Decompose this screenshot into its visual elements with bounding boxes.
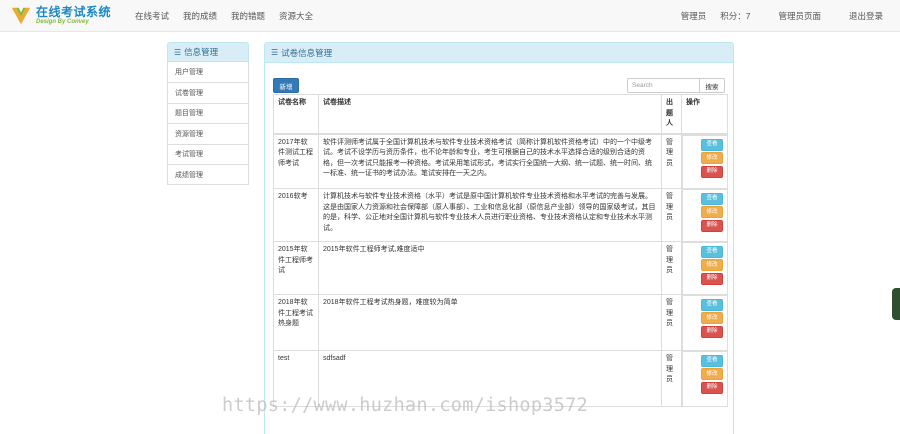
view-button[interactable]: 查看 [701,138,723,151]
search-input[interactable] [627,78,700,93]
edit-button[interactable]: 修改 [701,259,723,271]
watermark: https://www.huzhan.com/ishop3572 [222,395,589,416]
table-header-row: 试卷名称 试卷描述 出题人 操作 [273,94,728,135]
paper-desc: 2015年软件工程师考试,难度适中 [318,241,662,295]
view-button[interactable]: 查看 [701,245,723,258]
row-actions: 查看 修改 删除 [682,188,728,242]
sidebar-item-questions[interactable]: 题目管理 [168,102,248,123]
nav-my-scores[interactable]: 我的成绩 [176,10,224,22]
delete-button[interactable]: 删除 [701,272,723,285]
main-nav: 在线考试 我的成绩 我的错题 资源大全 [128,10,320,22]
page-title: 试卷信息管理 [281,47,333,58]
paper-publisher: 管理员 [661,188,682,242]
sidebar-item-users[interactable]: 用户管理 [168,62,248,82]
side-scroll-handle[interactable] [892,288,900,320]
delete-button[interactable]: 删除 [701,165,723,178]
table-row: 2017年软件测试工程师考试 软件评测师考试属于全国计算机技术与软件专业技术资格… [273,133,728,189]
edit-button[interactable]: 修改 [701,312,723,324]
paper-name: 2015年软件工程师考试 [273,241,319,295]
sidebar-item-scores[interactable]: 成绩管理 [168,163,248,184]
search-box: 搜索 [627,78,725,93]
sidebar-header: ☰ 信息管理 [167,42,249,62]
user-role: 管理员 [680,10,707,21]
column-header-desc: 试卷描述 [318,94,662,135]
column-header-ops: 操作 [681,94,728,135]
table-row: 2015年软件工程师考试 2015年软件工程师考试,难度适中 管理员 查看 修改… [273,241,728,295]
table-row: 2018年软件工程考试热身题 2018年软件工程考试热身题，难度较为简单 管理员… [273,294,728,351]
row-actions: 查看 修改 删除 [682,134,728,189]
sidebar-item-exams[interactable]: 考试管理 [168,143,248,164]
sidebar-item-resources[interactable]: 资源管理 [168,123,248,143]
row-actions: 查看 修改 删除 [682,294,728,351]
brand-title: 在线考试系统 [36,5,112,19]
logout-link[interactable]: 退出登录 [842,10,890,22]
brand[interactable]: 在线考试系统 Design By Convey [10,5,128,27]
table-row: 2016软考 计算机技术与软件专业技术资格（水平）考试是原中国计算机软件专业技术… [273,188,728,242]
view-button[interactable]: 查看 [701,298,723,311]
sidebar-menu: 用户管理 试卷管理 题目管理 资源管理 考试管理 成绩管理 [167,62,249,186]
edit-button[interactable]: 修改 [701,368,723,380]
paper-desc: 软件评测师考试属于全国计算机技术与软件专业技术资格考试（简称计算机软件资格考试）… [318,133,662,189]
paper-publisher: 管理员 [661,294,682,351]
sidebar-title: 信息管理 [184,47,219,57]
brand-logo-icon [11,7,31,24]
list-icon: ☰ [174,47,182,57]
paper-name: 2018年软件工程考试热身题 [273,294,319,351]
delete-button[interactable]: 删除 [701,219,723,232]
paper-desc: 2018年软件工程考试热身题，难度较为简单 [318,294,662,351]
delete-button[interactable]: 删除 [701,325,723,338]
search-button[interactable]: 搜索 [700,78,725,93]
top-navbar: 在线考试系统 Design By Convey 在线考试 我的成绩 我的错题 资… [0,0,900,32]
sidebar-item-papers[interactable]: 试卷管理 [168,82,248,102]
paper-desc: 计算机技术与软件专业技术资格（水平）考试是原中国计算机软件专业技术资格和水平考试… [318,188,662,242]
paper-publisher: 管理员 [661,241,682,295]
edit-button[interactable]: 修改 [701,206,723,218]
toolbar: 新增 搜索 [265,63,733,97]
row-actions: 查看 修改 删除 [682,350,728,407]
paper-table: 试卷名称 试卷描述 出题人 操作 2017年软件测试工程师考试 软件评测师考试属… [273,94,728,407]
list-icon: ☰ [271,48,279,57]
add-paper-button[interactable]: 新增 [273,78,299,93]
paper-name: 2016软考 [273,188,319,242]
paper-name: 2017年软件测试工程师考试 [273,133,319,189]
view-button[interactable]: 查看 [701,354,723,367]
paper-management-panel: ☰ 试卷信息管理 新增 搜索 试卷名称 试卷描述 出题人 操作 2017年软件测… [264,42,734,434]
admin-page-link[interactable]: 管理员页面 [771,10,828,22]
paper-publisher: 管理员 [661,133,682,189]
delete-button[interactable]: 删除 [701,381,723,394]
nav-online-exam[interactable]: 在线考试 [128,10,176,22]
paper-publisher: 管理员 [661,350,682,407]
nav-resources[interactable]: 资源大全 [272,10,320,22]
brand-subtitle: Design By Convey [36,19,89,25]
view-button[interactable]: 查看 [701,192,723,205]
sidebar: ☰ 信息管理 用户管理 试卷管理 题目管理 资源管理 考试管理 成绩管理 [167,42,249,186]
user-points: 积分：7 [720,10,751,21]
edit-button[interactable]: 修改 [701,152,723,164]
main-panel-header: ☰ 试卷信息管理 [265,43,733,63]
column-header-name: 试卷名称 [273,94,319,135]
column-header-publisher: 出题人 [661,94,682,135]
user-nav: 管理员 积分：7 管理员页面 退出登录 [674,10,890,22]
row-actions: 查看 修改 删除 [682,241,728,295]
nav-my-mistakes[interactable]: 我的错题 [224,10,272,22]
